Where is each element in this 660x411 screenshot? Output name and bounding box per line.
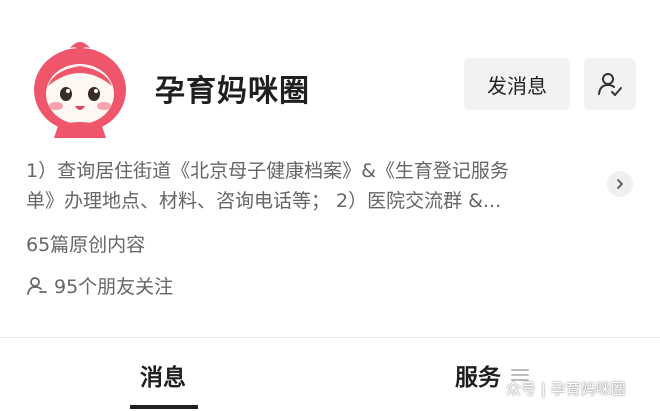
account-description[interactable]: 1）查询居住街道《北京母子健康档案》&《生育登记服务 单》办理地点、材料、咨询电… bbox=[26, 156, 606, 216]
friends-following-label: 95个朋友关注 bbox=[54, 276, 174, 298]
original-content-count[interactable]: 65篇原创内容 bbox=[26, 230, 145, 257]
expand-description-button[interactable] bbox=[607, 171, 633, 197]
person-icon bbox=[27, 276, 47, 295]
user-check-icon bbox=[598, 73, 622, 96]
tab-services-label: 服务 bbox=[455, 365, 501, 391]
watermark: 众号 | 孕育妈咪圈 bbox=[506, 380, 626, 398]
friends-following[interactable]: 95个朋友关注 bbox=[26, 272, 173, 299]
description-line-1: 1）查询居住街道《北京母子健康档案》&《生育登记服务 bbox=[26, 160, 509, 182]
send-message-button[interactable]: 发消息 bbox=[464, 58, 570, 110]
active-tab-indicator bbox=[130, 405, 198, 409]
account-name: 孕育妈咪圈 bbox=[155, 74, 310, 109]
divider bbox=[0, 337, 660, 338]
tab-messages[interactable]: 消息 bbox=[140, 358, 186, 392]
description-line-2: 单》办理地点、材料、咨询电话等； 2）医院交流群 &... bbox=[26, 190, 502, 212]
user-settings-button[interactable] bbox=[584, 58, 636, 110]
chevron-right-icon bbox=[617, 179, 623, 189]
strawberry-girl-avatar-icon bbox=[34, 42, 126, 138]
avatar[interactable] bbox=[28, 34, 132, 138]
